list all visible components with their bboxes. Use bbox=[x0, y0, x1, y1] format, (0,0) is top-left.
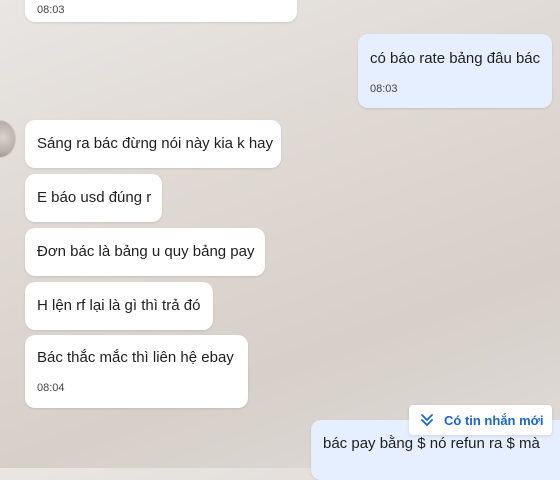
message-text: Sáng ra bác đừng nói này kia k hay bbox=[37, 135, 274, 152]
message-bubble-incoming[interactable]: Đơn bác là bảng u quy bảng pay bbox=[25, 228, 265, 276]
new-messages-button[interactable]: Có tin nhắn mới bbox=[409, 405, 552, 435]
avatar[interactable] bbox=[0, 120, 16, 158]
message-bubble-incoming[interactable]: H lện rf lại là gì thì trả đó bbox=[25, 282, 213, 330]
message-bubble-outgoing[interactable]: có báo rate bảng đâu bác 08:03 bbox=[358, 34, 552, 108]
message-text: H lện rf lại là gì thì trả đó bbox=[37, 297, 201, 314]
message-text: Đơn bác là bảng u quy bảng pay bbox=[37, 243, 255, 260]
message-time: 08:04 bbox=[37, 382, 65, 394]
message-text: Bác thắc mắc thì liên hệ ebay bbox=[37, 349, 234, 366]
message-text: bác pay bằng $ nó refun ra $ mà bbox=[323, 435, 540, 452]
message-bubble-incoming[interactable]: 08:03 bbox=[25, 0, 297, 22]
message-time: 08:03 bbox=[370, 83, 398, 95]
message-text: có báo rate bảng đâu bác bbox=[370, 50, 541, 67]
message-text: E báo usd đúng r bbox=[37, 189, 152, 206]
new-messages-label: Có tin nhắn mới bbox=[444, 412, 544, 428]
message-time: 08:03 bbox=[37, 4, 65, 16]
message-bubble-incoming[interactable]: Bác thắc mắc thì liên hệ ebay 08:04 bbox=[25, 335, 248, 408]
message-bubble-incoming[interactable]: Sáng ra bác đừng nói này kia k hay bbox=[25, 120, 281, 168]
message-bubble-incoming[interactable]: E báo usd đúng r bbox=[25, 174, 162, 222]
double-chevron-down-icon bbox=[421, 414, 433, 426]
